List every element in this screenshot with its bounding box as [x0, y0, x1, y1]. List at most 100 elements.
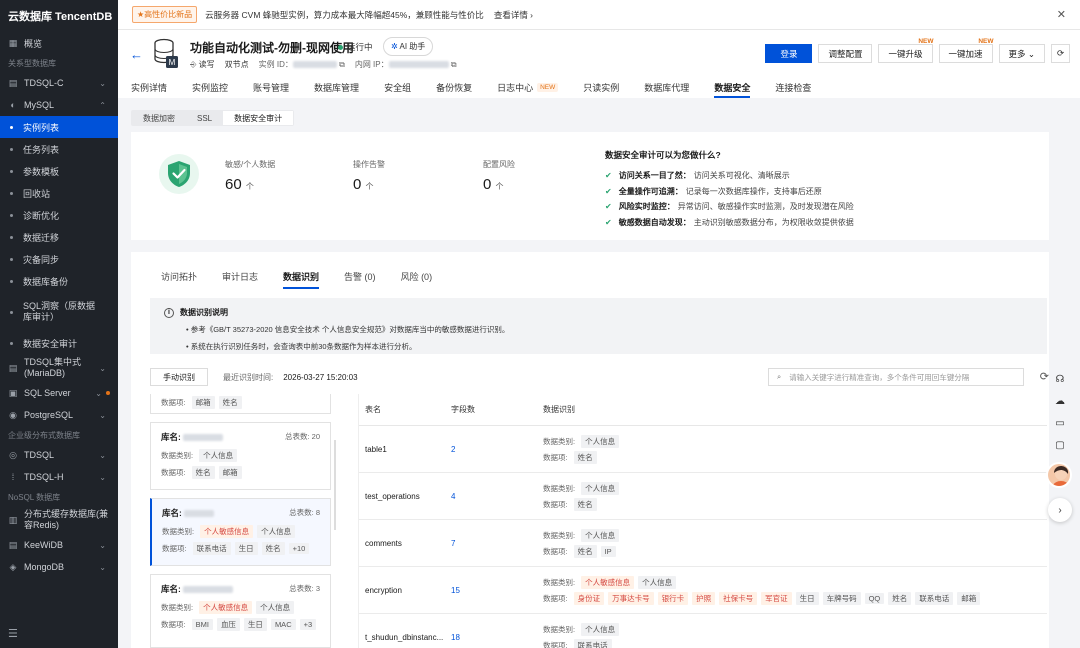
- subtab-security-audit[interactable]: 数据安全审计: [223, 111, 294, 125]
- cloud-icon[interactable]: ☁: [1048, 390, 1072, 412]
- promo-link[interactable]: 查看详情 ›: [494, 9, 533, 21]
- sidebar-item-sqlserver[interactable]: ▣ SQL Server ⌄: [0, 382, 118, 404]
- tab-security-group[interactable]: 安全组: [384, 78, 411, 97]
- field-count-link[interactable]: 4: [451, 492, 543, 501]
- tab-data-security[interactable]: 数据安全: [714, 78, 751, 98]
- chat-icon[interactable]: ▢: [1048, 434, 1072, 456]
- check-icon: ✔: [605, 202, 612, 212]
- ai-assistant-button[interactable]: ✲ AI 助手: [383, 37, 434, 56]
- sidebar-item-recycle-bin[interactable]: 回收站: [0, 182, 118, 204]
- item-chip: 联系电话: [573, 638, 612, 648]
- tab-backup[interactable]: 备份恢复: [436, 78, 472, 97]
- sidebar-item-label: 数据迁移: [23, 232, 60, 243]
- headset-icon[interactable]: ☊: [1048, 368, 1072, 390]
- manual-identify-button[interactable]: 手动识别: [150, 368, 208, 386]
- sidebar-item-tdsql-h[interactable]: ⁞ TDSQL-H ⌄: [0, 466, 118, 488]
- sidebar-item-mongodb[interactable]: ◈ MongoDB ⌄: [0, 556, 118, 578]
- category-chip: 个人敏感信息: [581, 575, 635, 589]
- stat-risks: 配置风险 0 个: [483, 160, 515, 193]
- sidebar-item-postgresql[interactable]: ◉ PostgreSQL ⌄: [0, 404, 118, 426]
- database-card-selected[interactable]: 库名: 总表数: 8 数据类别: 个人敏感信息 个人信息 数据项: 联系电话 生日 姓名 +…: [150, 498, 331, 566]
- accelerate-button[interactable]: 一键加速 NEW: [938, 38, 994, 63]
- sidebar-item-keewidb[interactable]: ▤ KeeWiDB ⌄: [0, 534, 118, 556]
- identification-toolbar: 手动识别 最近识别时间: 2026-03-27 15:20:03 ⌕ 请输入关键字进…: [150, 368, 1049, 386]
- field-count-link[interactable]: 18: [451, 633, 543, 642]
- database-card[interactable]: 库名: 总表数: 3 数据类别: 个人敏感信息 个人信息 数据项: BMI 血压 生日 MA…: [150, 574, 331, 648]
- sidebar-category: 关系型数据库: [8, 58, 56, 68]
- sidebar-item-label: MySQL: [24, 100, 55, 110]
- tab-logs[interactable]: 日志中心 NEW: [497, 78, 559, 97]
- sidebar-item-tdsql[interactable]: ◎ TDSQL ⌄: [0, 444, 118, 466]
- svg-text:M: M: [169, 58, 176, 67]
- back-arrow-icon[interactable]: ←: [130, 47, 143, 62]
- database-icon: ▤: [8, 362, 18, 373]
- sidebar-item-param-template[interactable]: 参数模板: [0, 160, 118, 182]
- status-dot: [338, 44, 343, 50]
- table-list: 表名 字段数 数据识别 table1 2 数据类别: 个人信息 数据项: 姓名 te…: [358, 394, 1047, 648]
- sidebar-item-tdsql-c[interactable]: ▤ TDSQL-C ⌄: [0, 72, 118, 94]
- item-chip: 身份证: [573, 591, 605, 605]
- copy-icon[interactable]: ⧉: [339, 60, 345, 69]
- search-input[interactable]: ⌕ 请输入关键字进行精准查询，多个条件可用回车键分隔: [768, 368, 1024, 386]
- tab-audit-log[interactable]: 审计日志: [222, 270, 258, 286]
- sidebar-item-instance-list[interactable]: 实例列表: [0, 116, 118, 138]
- subtab-encryption[interactable]: 数据加密: [132, 111, 186, 125]
- refresh-icon[interactable]: ⟳: [1051, 44, 1070, 63]
- item-chip: 联系电话: [915, 591, 954, 605]
- mysql-instance-icon: M: [154, 38, 178, 68]
- item-chip: 护照: [692, 591, 716, 605]
- sidebar-item-label: 概览: [24, 38, 43, 49]
- tab-readonly[interactable]: 只读实例: [583, 78, 619, 97]
- sidebar-item-security-audit[interactable]: 数据安全审计: [0, 332, 118, 354]
- subtab-ssl[interactable]: SSL: [186, 111, 223, 125]
- sidebar-item-tdsql-mariadb[interactable]: ▤ TDSQL集中式(MariaDB) ⌄: [0, 354, 118, 382]
- tab-details[interactable]: 实例详情: [131, 78, 167, 97]
- chevron-down-icon: ⌄: [99, 363, 106, 373]
- sidebar-item-sql-insight[interactable]: SQL洞察（原数据库审计）: [0, 292, 118, 332]
- item-chip: 社保卡号: [719, 591, 758, 605]
- sidebar-item-dr-sync[interactable]: 灾备同步: [0, 248, 118, 270]
- tab-alerts[interactable]: 告警 (0): [344, 270, 376, 286]
- collapse-sidebar-icon[interactable]: ☰: [8, 627, 18, 640]
- assistant-avatar[interactable]: [1046, 462, 1072, 488]
- table-row: table1 2 数据类别: 个人信息 数据项: 姓名: [359, 426, 1047, 473]
- sidebar-item-label: 诊断优化: [23, 210, 60, 221]
- tab-accounts[interactable]: 账号管理: [253, 78, 289, 97]
- close-icon[interactable]: ✕: [1057, 8, 1066, 21]
- book-icon[interactable]: ▭: [1048, 412, 1072, 434]
- copy-icon[interactable]: ⧉: [451, 60, 457, 69]
- item-chip: QQ: [864, 592, 885, 604]
- sidebar-item-migration[interactable]: 数据迁移: [0, 226, 118, 248]
- login-button[interactable]: 登录: [765, 44, 813, 63]
- sidebar-item-overview[interactable]: ▦ 概览: [0, 32, 118, 54]
- tab-data-identification[interactable]: 数据识别: [283, 270, 320, 289]
- table-name: comments: [365, 538, 402, 548]
- tab-monitor[interactable]: 实例监控: [192, 78, 228, 97]
- field-count-link[interactable]: 2: [451, 445, 543, 454]
- sidebar-item-redis[interactable]: ▥ 分布式缓存数据库(兼容Redis): [0, 506, 118, 534]
- benefits-title: 数据安全审计可以为您做什么?: [605, 150, 721, 160]
- list-scrollbar[interactable]: [334, 440, 336, 530]
- sidebar-item-label: 参数模板: [23, 166, 60, 177]
- upgrade-button[interactable]: 一键升级 NEW: [878, 38, 934, 63]
- database-card[interactable]: 库名: 总表数: 20 数据类别: 个人信息 数据项: 姓名 邮箱: [150, 422, 331, 490]
- sidebar-item-mysql[interactable]: ◐ MySQL ⌃: [0, 94, 118, 116]
- more-button[interactable]: 更多 ⌄: [998, 44, 1045, 63]
- sidebar-item-diagnosis[interactable]: 诊断优化: [0, 204, 118, 226]
- adjust-config-button[interactable]: 调整配置: [818, 44, 873, 63]
- field-count-link[interactable]: 15: [451, 586, 543, 595]
- database-card[interactable]: 数据项: 邮箱 姓名: [150, 394, 331, 414]
- sidebar-item-task-list[interactable]: 任务列表: [0, 138, 118, 160]
- sidebar-item-backup[interactable]: 数据库备份: [0, 270, 118, 292]
- field-count-link[interactable]: 7: [451, 539, 543, 548]
- tab-proxy[interactable]: 数据库代理: [644, 78, 689, 97]
- item-chip: 车牌号码: [822, 591, 861, 605]
- identification-info: i 数据识别说明 • 参考《GB/T 35273-2020 信息安全技术 个人信息…: [150, 298, 1047, 354]
- audit-tabs: 访问拓扑 审计日志 数据识别 告警 (0) 风险 (0): [161, 270, 457, 289]
- chevron-down-icon: ⌄: [95, 388, 102, 398]
- tab-db-management[interactable]: 数据库管理: [314, 78, 359, 97]
- tab-connection-check[interactable]: 连接检查: [775, 78, 811, 97]
- tab-risks[interactable]: 风险 (0): [401, 270, 433, 286]
- tab-access-topology[interactable]: 访问拓扑: [161, 270, 197, 286]
- chevron-right-icon[interactable]: ›: [1048, 498, 1072, 522]
